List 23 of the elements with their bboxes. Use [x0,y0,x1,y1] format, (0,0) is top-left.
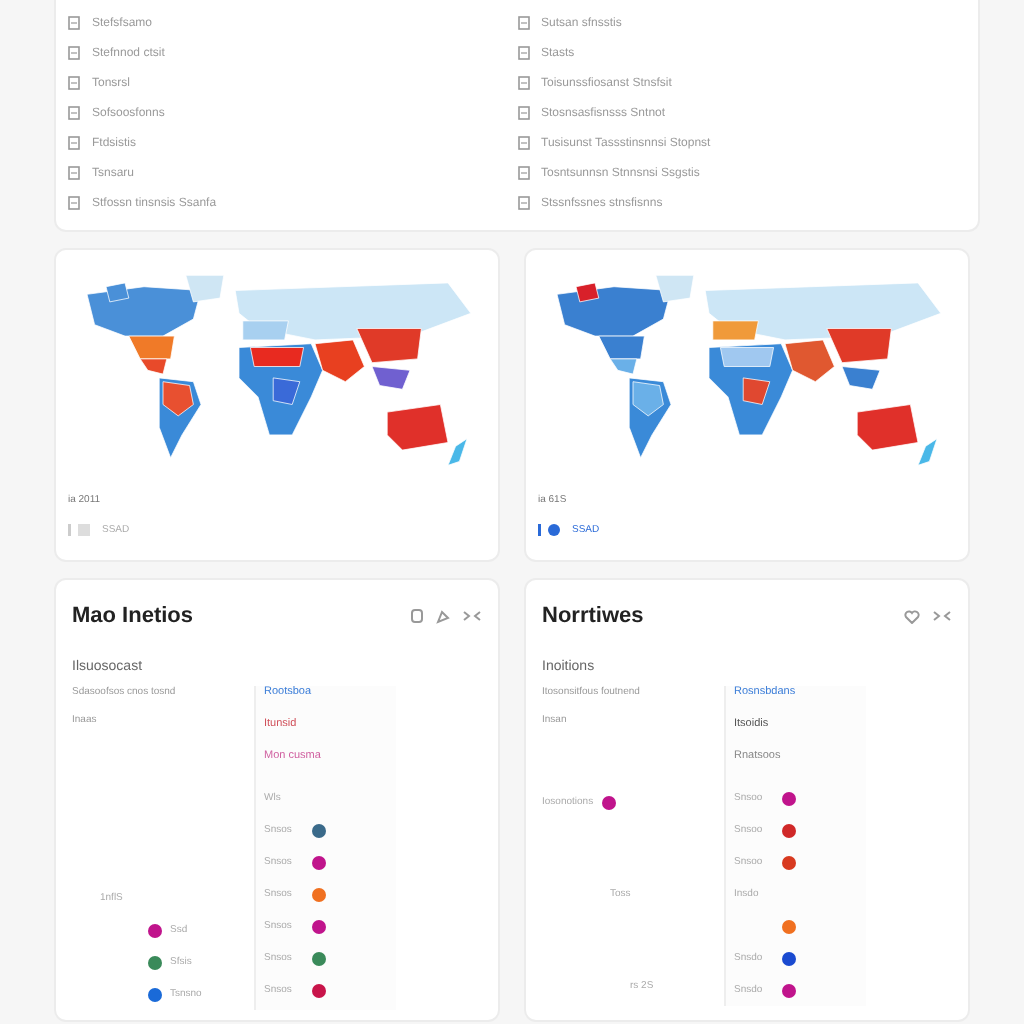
document-icon [517,16,529,30]
legend-marker-icon [538,524,562,536]
document-icon [517,46,529,60]
panel-title: Norrtiwes [542,604,644,628]
document-icon [517,106,529,120]
document-icon [517,196,529,210]
document-icon [68,166,80,180]
document-icon [68,196,80,210]
share-icon[interactable] [436,609,450,623]
document-icon [517,166,529,180]
collapse-icon[interactable] [932,610,952,622]
panel-title: Mao Inetios [72,604,194,628]
collapse-icon[interactable] [462,610,482,622]
document-icon [68,76,80,90]
copy-icon[interactable] [410,608,424,624]
document-icon [68,136,80,150]
document-icon [517,136,529,150]
legend-marker-icon [68,524,92,536]
heart-icon[interactable] [904,609,920,623]
document-icon [517,76,529,90]
document-icon [68,46,80,60]
document-icon [68,106,80,120]
document-icon [68,16,80,30]
